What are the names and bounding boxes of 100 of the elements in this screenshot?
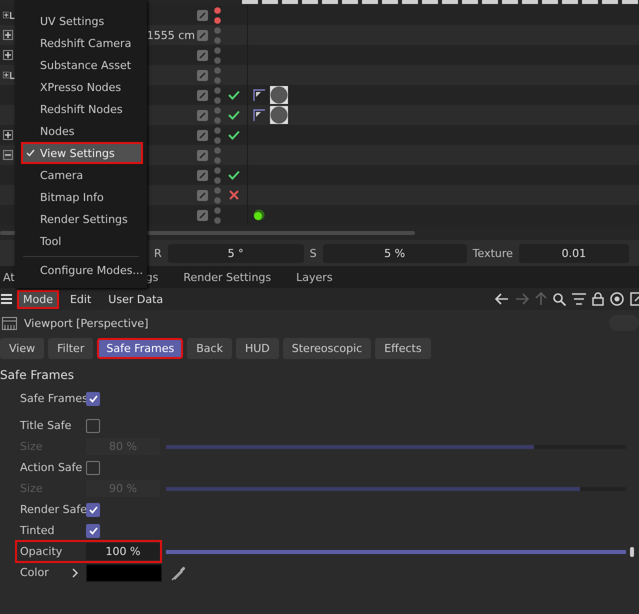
visibility-dots-icon[interactable] xyxy=(214,126,221,144)
lock-icon[interactable] xyxy=(592,292,604,306)
manager-tab[interactable]: Render Settings xyxy=(183,270,272,284)
check-icon[interactable] xyxy=(228,90,240,100)
checkbox[interactable] xyxy=(86,460,100,474)
menu-item[interactable]: Configure Modes... xyxy=(21,259,143,281)
pencil-icon[interactable] xyxy=(197,190,208,200)
checkbox[interactable] xyxy=(86,502,100,516)
parameter-label: Render Safe xyxy=(20,503,86,516)
tab[interactable]: Stereoscopic xyxy=(282,338,372,358)
visibility-dots-icon[interactable] xyxy=(214,186,221,204)
tab[interactable]: Filter xyxy=(48,338,94,358)
texture-tag-icon[interactable] xyxy=(253,108,266,122)
tab[interactable]: Back xyxy=(187,338,232,358)
tab[interactable]: Safe Frames xyxy=(97,338,184,358)
material-tag-icon[interactable] xyxy=(270,106,288,124)
menu-item[interactable]: Substance Asset xyxy=(21,54,143,76)
parameter-label: Safe Frames xyxy=(20,392,86,405)
menu-item[interactable]: Redshift Camera xyxy=(21,32,143,54)
menu-bar-item[interactable]: Mode xyxy=(17,290,59,308)
coordinate-label: S xyxy=(310,246,317,260)
tab[interactable]: HUD xyxy=(236,338,279,358)
pencil-icon[interactable] xyxy=(197,170,208,180)
check-icon[interactable] xyxy=(228,170,240,180)
check-icon[interactable] xyxy=(228,110,240,120)
coordinate-label: Texture xyxy=(472,246,513,260)
eyedropper-icon[interactable] xyxy=(171,564,187,580)
pencil-icon[interactable] xyxy=(197,110,208,120)
object-value: 1555 cm xyxy=(146,28,195,42)
visibility-dots-icon[interactable] xyxy=(214,86,221,104)
forward-arrow-icon[interactable] xyxy=(515,293,529,305)
cross-icon[interactable] xyxy=(229,190,239,200)
menu-item[interactable]: XPresso Nodes xyxy=(21,76,143,98)
checkbox[interactable] xyxy=(86,418,100,432)
menu-icon[interactable] xyxy=(1,294,12,304)
pencil-icon[interactable] xyxy=(197,50,208,60)
check-icon[interactable] xyxy=(228,130,240,140)
coordinate-label: R xyxy=(154,246,162,260)
expand-icon[interactable] xyxy=(3,70,10,80)
coordinate-field[interactable]: 5 ° xyxy=(168,244,304,262)
search-icon[interactable] xyxy=(553,292,566,306)
pencil-icon[interactable] xyxy=(197,30,208,40)
visibility-dots-icon[interactable] xyxy=(214,6,221,24)
coordinate-field[interactable]: 0.01 xyxy=(518,244,629,262)
pencil-icon[interactable] xyxy=(197,70,208,80)
parameter-label: Tinted xyxy=(20,524,56,537)
parameter-label: Action Safe xyxy=(20,461,84,474)
texture-tag-icon[interactable] xyxy=(253,88,266,102)
tab[interactable]: View xyxy=(0,338,44,358)
value-field[interactable]: 100 % xyxy=(86,543,160,560)
back-arrow-icon[interactable] xyxy=(495,293,509,305)
checkbox[interactable] xyxy=(86,392,100,406)
target-icon[interactable] xyxy=(610,292,624,306)
coordinate-field[interactable]: 5 % xyxy=(322,244,467,262)
menu-item[interactable]: Render Settings xyxy=(21,208,143,230)
visibility-dots-icon[interactable] xyxy=(214,46,221,64)
filter-icon[interactable] xyxy=(572,293,586,305)
slider-fill[interactable] xyxy=(166,550,626,554)
collapse-icon[interactable] xyxy=(3,150,13,160)
visibility-dots-icon[interactable] xyxy=(214,146,221,164)
viewport-icon xyxy=(2,316,17,330)
parameter-label: Opacity xyxy=(20,545,64,558)
manager-tab[interactable]: At xyxy=(3,270,15,284)
glowing-dot-tag-icon[interactable] xyxy=(253,209,265,221)
checkmark-icon xyxy=(88,506,98,514)
menu-item[interactable]: Nodes xyxy=(21,120,143,142)
visibility-dots-icon[interactable] xyxy=(214,166,221,184)
visibility-dots-icon[interactable] xyxy=(214,66,221,84)
expand-icon[interactable] xyxy=(3,10,10,20)
section-title: Safe Frames xyxy=(0,368,76,384)
tab[interactable]: Effects xyxy=(375,338,431,358)
chevron-icon[interactable] xyxy=(72,568,78,578)
menu-item[interactable]: View Settings xyxy=(21,142,143,164)
visibility-dots-icon[interactable] xyxy=(214,206,221,224)
pencil-icon[interactable] xyxy=(197,210,208,220)
pencil-icon[interactable] xyxy=(197,90,208,100)
checkbox[interactable] xyxy=(86,524,100,538)
visibility-dots-icon[interactable] xyxy=(214,26,221,44)
expand-icon[interactable] xyxy=(3,130,13,140)
up-arrow-icon[interactable] xyxy=(535,292,547,306)
pencil-icon[interactable] xyxy=(197,130,208,140)
pencil-icon[interactable] xyxy=(197,10,208,20)
menu-bar-item[interactable]: Edit xyxy=(64,290,98,308)
new-window-icon[interactable] xyxy=(630,292,639,306)
menu-item[interactable]: Redshift Nodes xyxy=(21,98,143,120)
parameter-label: Title Safe xyxy=(20,419,72,432)
expand-icon[interactable] xyxy=(3,50,13,60)
menu-item[interactable]: UV Settings xyxy=(21,10,143,32)
menu-item[interactable]: Camera xyxy=(21,164,143,186)
menu-bar-item[interactable]: User Data xyxy=(102,290,170,308)
menu-item[interactable]: Tool xyxy=(21,230,143,252)
slider-handle[interactable] xyxy=(630,546,634,556)
visibility-dots-icon[interactable] xyxy=(214,106,221,124)
color-swatch[interactable] xyxy=(86,564,162,582)
pencil-icon[interactable] xyxy=(197,150,208,160)
expand-icon[interactable] xyxy=(3,30,13,40)
menu-item[interactable]: Bitmap Info xyxy=(21,186,143,208)
manager-tab[interactable]: Layers xyxy=(296,270,333,284)
material-tag-icon[interactable] xyxy=(270,86,288,104)
object-title: Viewport [Perspective] xyxy=(24,316,148,330)
